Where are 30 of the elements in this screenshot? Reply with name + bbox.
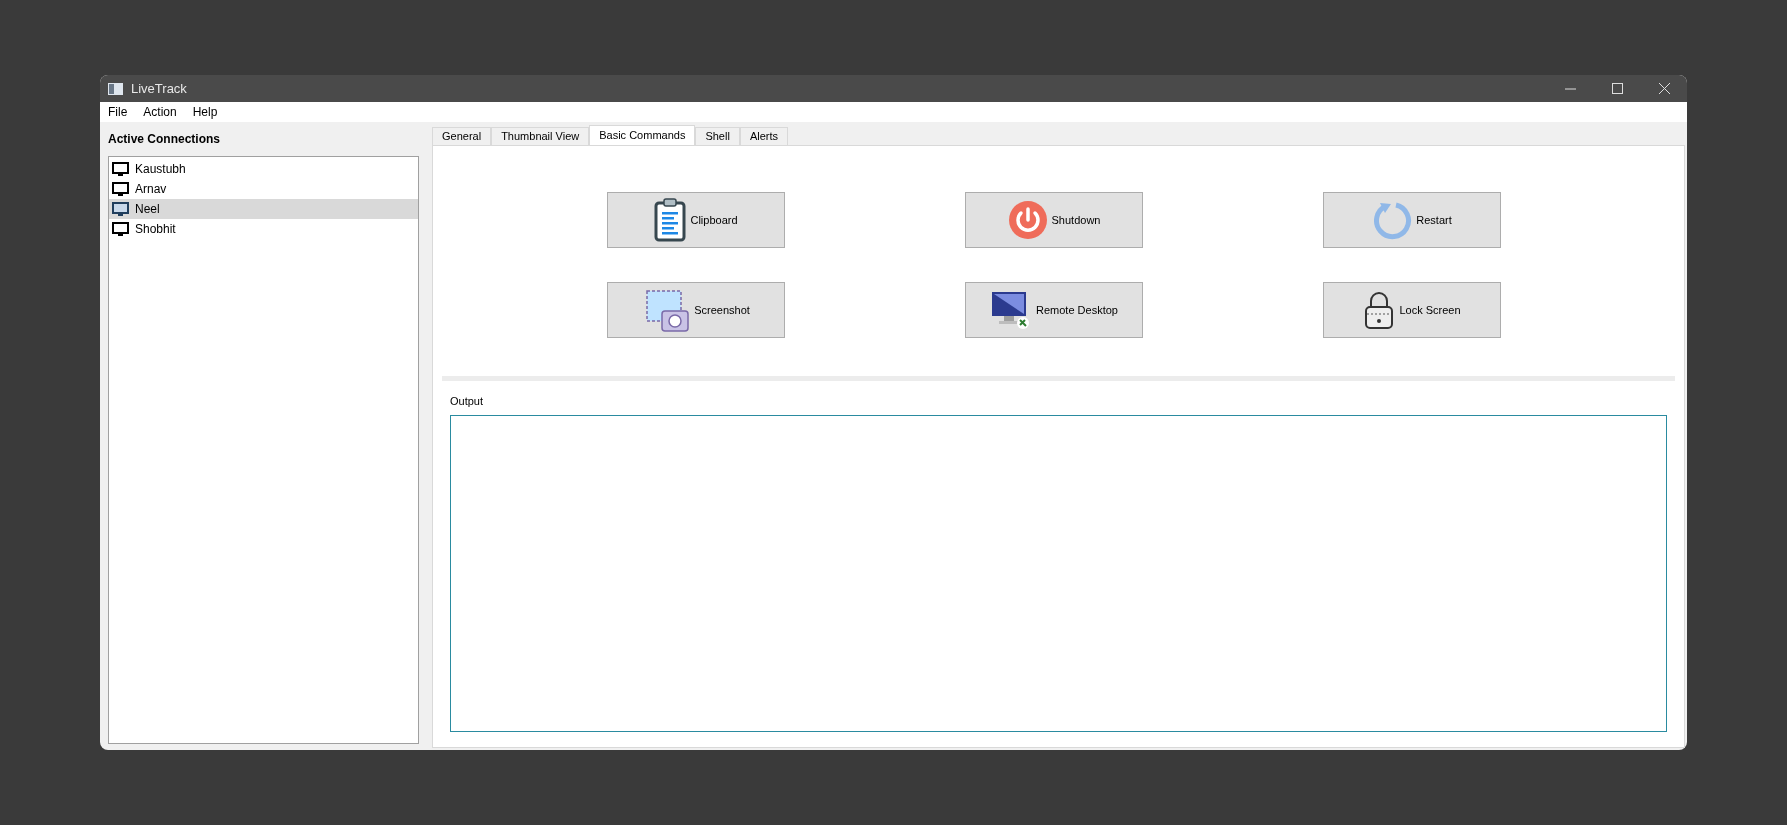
monitor-icon <box>112 221 129 237</box>
command-button[interactable]: Shutdown <box>965 192 1143 248</box>
output-field[interactable] <box>450 414 1667 732</box>
output-label: Output <box>450 394 485 409</box>
monitor-icon <box>112 181 129 197</box>
tab[interactable]: General <box>432 127 492 145</box>
command-button[interactable]: Screenshot <box>607 282 785 338</box>
restart-icon <box>1372 200 1413 240</box>
connection-item[interactable]: Neel <box>109 199 418 219</box>
command-button[interactable]: Restart <box>1323 192 1501 248</box>
command-button[interactable]: Remote Desktop <box>965 282 1143 338</box>
tab[interactable]: Thumbnail View <box>491 127 590 145</box>
monitor-icon <box>112 161 129 177</box>
power-icon <box>1007 200 1048 240</box>
menu-item[interactable]: Help <box>192 103 218 121</box>
menu-item[interactable]: File <box>108 103 128 121</box>
close-icon[interactable] <box>1659 83 1670 94</box>
clipboard-icon <box>654 198 687 242</box>
panel-title: Active Connections <box>108 131 222 148</box>
menu-item[interactable]: Action <box>143 103 177 121</box>
maximize-icon[interactable] <box>1612 83 1623 94</box>
app-icon <box>108 82 123 95</box>
monitor-icon <box>112 201 129 217</box>
tab[interactable]: Basic Commands <box>589 125 696 145</box>
tab[interactable]: Alerts <box>739 127 788 145</box>
command-button[interactable]: Clipboard <box>607 192 785 248</box>
window-title: LiveTrack <box>131 79 187 98</box>
lock-icon <box>1363 290 1396 330</box>
command-button[interactable]: Lock Screen <box>1323 282 1501 338</box>
tab[interactable]: Shell <box>695 127 740 145</box>
